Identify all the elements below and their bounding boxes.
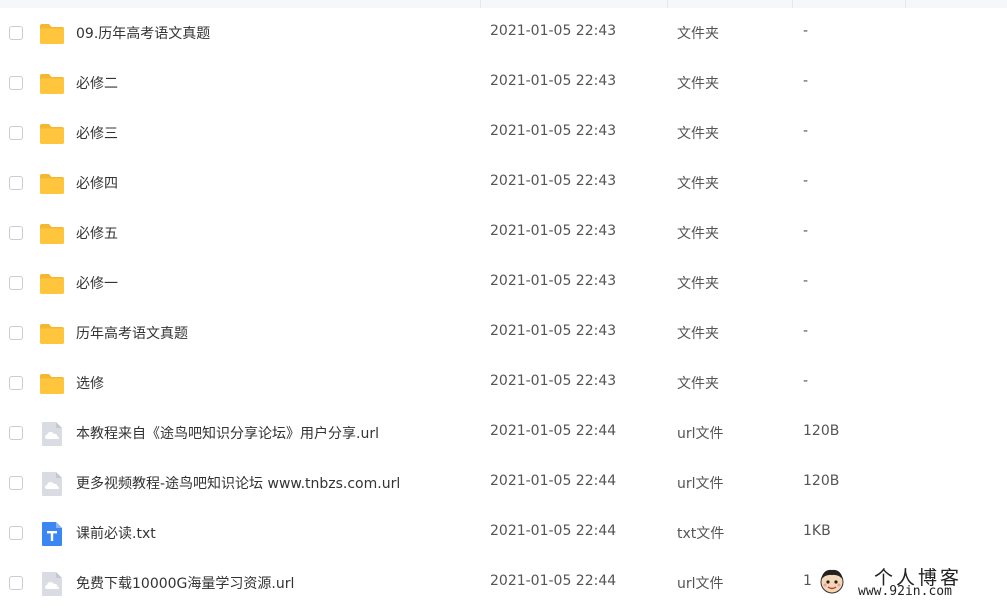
row-checkbox[interactable] — [9, 276, 23, 290]
modified-time: 2021-01-05 22:44 — [490, 573, 617, 589]
modified-time: 2021-01-05 22:43 — [490, 323, 617, 339]
row-checkbox[interactable] — [9, 176, 23, 190]
folder-icon — [39, 271, 65, 297]
file-size: - — [803, 23, 809, 39]
file-type: url文件 — [677, 576, 724, 592]
file-row[interactable]: 历年高考语文真题 2021-01-05 22:43 文件夹 - — [0, 308, 1007, 358]
file-row[interactable]: 必修四 2021-01-05 22:43 文件夹 - — [0, 158, 1007, 208]
row-checkbox[interactable] — [9, 26, 23, 40]
file-row[interactable]: 必修五 2021-01-05 22:43 文件夹 - — [0, 208, 1007, 258]
row-checkbox[interactable] — [9, 76, 23, 90]
url-file-icon — [39, 471, 65, 497]
folder-icon — [39, 21, 65, 47]
header-divider — [667, 0, 668, 8]
file-type: url文件 — [677, 476, 724, 492]
file-name[interactable]: 本教程来自《途鸟吧知识分享论坛》用户分享.url — [76, 423, 379, 443]
file-row[interactable]: 课前必读.txt 2021-01-05 22:44 txt文件 1KB — [0, 508, 1007, 558]
file-type: 文件夹 — [677, 26, 719, 42]
file-size: 120B — [803, 423, 840, 439]
file-name[interactable]: 免费下载10000G海量学习资源.url — [76, 573, 294, 593]
modified-time: 2021-01-05 22:44 — [490, 523, 617, 539]
row-checkbox[interactable] — [9, 476, 23, 490]
modified-time: 2021-01-05 22:43 — [490, 173, 617, 189]
file-type: 文件夹 — [677, 126, 719, 142]
url-file-icon — [39, 421, 65, 447]
folder-icon — [39, 321, 65, 347]
row-checkbox[interactable] — [9, 226, 23, 240]
folder-icon — [39, 121, 65, 147]
file-row[interactable]: 必修二 2021-01-05 22:43 文件夹 - — [0, 58, 1007, 108]
file-size: - — [803, 173, 809, 189]
file-list: 09.历年高考语文真题 2021-01-05 22:43 文件夹 - 必修二 2… — [0, 8, 1007, 608]
watermark-url: www.92in.com — [858, 584, 952, 599]
file-size: - — [803, 323, 809, 339]
row-checkbox[interactable] — [9, 126, 23, 140]
file-row[interactable]: 更多视频教程-途鸟吧知识论坛 www.tnbzs.com.url 2021-01… — [0, 458, 1007, 508]
modified-time: 2021-01-05 22:43 — [490, 73, 617, 89]
file-size: - — [803, 223, 809, 239]
file-name[interactable]: 09.历年高考语文真题 — [76, 23, 210, 43]
folder-icon — [39, 371, 65, 397]
file-row[interactable]: 必修三 2021-01-05 22:43 文件夹 - — [0, 108, 1007, 158]
file-type: 文件夹 — [677, 176, 719, 192]
file-name[interactable]: 必修三 — [76, 123, 118, 143]
header-divider — [480, 0, 481, 8]
modified-time: 2021-01-05 22:44 — [490, 473, 617, 489]
row-checkbox[interactable] — [9, 426, 23, 440]
modified-time: 2021-01-05 22:43 — [490, 223, 617, 239]
folder-icon — [39, 221, 65, 247]
modified-time: 2021-01-05 22:43 — [490, 123, 617, 139]
column-header-strip — [0, 0, 1007, 8]
file-row[interactable]: 09.历年高考语文真题 2021-01-05 22:43 文件夹 - — [0, 8, 1007, 58]
blog-watermark: 个人博客 www.92in.com — [812, 562, 1007, 603]
modified-time: 2021-01-05 22:44 — [490, 423, 617, 439]
row-checkbox[interactable] — [9, 376, 23, 390]
file-type: 文件夹 — [677, 376, 719, 392]
modified-time: 2021-01-05 22:43 — [490, 273, 617, 289]
folder-icon — [39, 171, 65, 197]
file-size: 120B — [803, 473, 840, 489]
file-size: - — [803, 123, 809, 139]
file-size: - — [803, 273, 809, 289]
file-row[interactable]: 必修一 2021-01-05 22:43 文件夹 - — [0, 258, 1007, 308]
file-name[interactable]: 历年高考语文真题 — [76, 323, 188, 343]
file-row[interactable]: 本教程来自《途鸟吧知识分享论坛》用户分享.url 2021-01-05 22:4… — [0, 408, 1007, 458]
file-type: 文件夹 — [677, 226, 719, 242]
file-row[interactable]: 选修 2021-01-05 22:43 文件夹 - — [0, 358, 1007, 408]
cartoon-face-logo — [820, 569, 844, 594]
file-name[interactable]: 更多视频教程-途鸟吧知识论坛 www.tnbzs.com.url — [76, 473, 400, 493]
file-name[interactable]: 必修五 — [76, 223, 118, 243]
file-type: 文件夹 — [677, 326, 719, 342]
row-checkbox[interactable] — [9, 576, 23, 590]
folder-icon — [39, 71, 65, 97]
row-checkbox[interactable] — [9, 526, 23, 540]
header-divider — [905, 0, 906, 8]
file-name[interactable]: 必修二 — [76, 73, 118, 93]
header-divider — [792, 0, 793, 8]
file-name[interactable]: 课前必读.txt — [76, 523, 156, 543]
modified-time: 2021-01-05 22:43 — [490, 23, 617, 39]
txt-file-icon — [39, 521, 65, 547]
file-type: 文件夹 — [677, 276, 719, 292]
row-checkbox[interactable] — [9, 326, 23, 340]
url-file-icon — [39, 571, 65, 597]
file-size: 1KB — [803, 523, 831, 539]
file-size: - — [803, 73, 809, 89]
file-size: - — [803, 373, 809, 389]
file-type: txt文件 — [677, 526, 725, 542]
file-name[interactable]: 选修 — [76, 373, 104, 393]
file-name[interactable]: 必修一 — [76, 273, 118, 293]
file-name[interactable]: 必修四 — [76, 173, 118, 193]
file-size: 1 — [803, 573, 812, 589]
file-type: 文件夹 — [677, 76, 719, 92]
modified-time: 2021-01-05 22:43 — [490, 373, 617, 389]
file-type: url文件 — [677, 426, 724, 442]
